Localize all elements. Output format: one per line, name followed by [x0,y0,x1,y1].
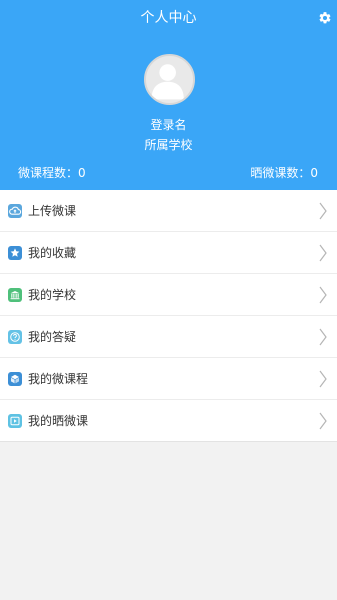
menu-item-label: 我的答疑 [28,330,77,344]
menu-item-upload[interactable]: 上传微课 [0,190,337,232]
menu-item-school[interactable]: 我的学校 [0,274,337,316]
chevron-right-icon [319,412,327,430]
menu-item-favorites[interactable]: 我的收藏 [0,232,337,274]
gear-icon[interactable] [318,10,332,24]
upload-cloud-icon [8,204,22,218]
menu-item-label: 我的晒微课 [28,414,89,428]
play-video-icon [8,414,22,428]
menu-item-qa[interactable]: 我的答疑 [0,316,337,358]
menu-item-label: 上传微课 [28,204,77,218]
username-label[interactable]: 登录名 [0,117,337,133]
page-title: 个人中心 [140,10,197,26]
default-user-avatar-icon [151,64,184,100]
menu-item-label: 我的收藏 [28,246,77,260]
school-label: 所属学校 [144,138,193,152]
menu-item-my-shared-lessons[interactable]: 我的晒微课 [0,400,337,442]
question-icon [8,330,22,344]
chevron-right-icon [319,328,327,346]
menu-item-label: 我的微课程 [28,372,89,386]
chevron-right-icon [319,286,327,304]
chevron-right-icon [319,202,327,220]
star-icon [8,246,22,260]
course-cube-icon [8,372,22,386]
chevron-right-icon [319,244,327,262]
school-building-icon [8,288,22,302]
microcourse-count: 微课程数：0 [18,166,86,180]
chevron-right-icon [319,370,327,388]
avatar[interactable] [144,54,195,105]
menu-list: 上传微课 我的收藏 我的学校 我的答疑 我的微课程 我的晒微课 [0,190,337,442]
shared-microlesson-count: 晒微课数：0 [250,166,318,180]
profile-header: 个人中心 登录名 所属学校 微课程数：0 晒微课数：0 [0,0,337,190]
menu-item-my-courses[interactable]: 我的微课程 [0,358,337,400]
menu-item-label: 我的学校 [28,288,77,302]
